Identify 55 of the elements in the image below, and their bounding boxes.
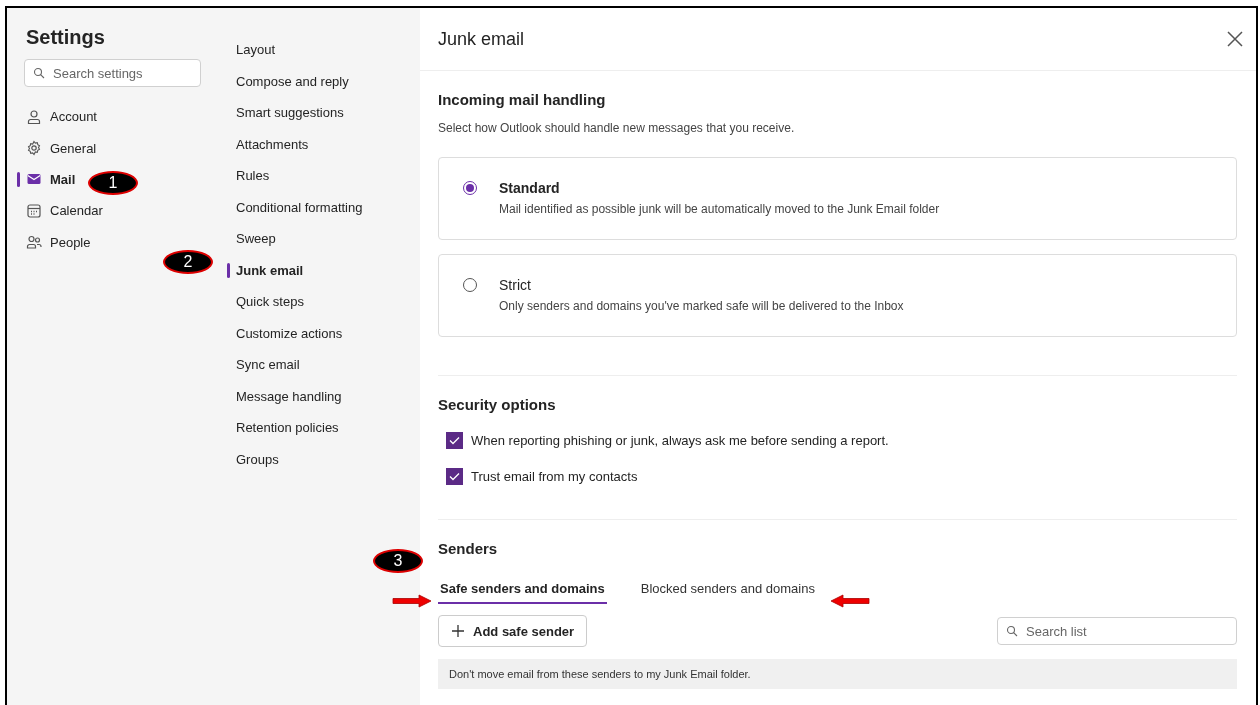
checkbox[interactable] [446, 432, 463, 449]
subnav-item[interactable]: Conditional formatting [236, 199, 363, 215]
checkbox[interactable] [446, 468, 463, 485]
subnav-item[interactable]: Retention policies [236, 420, 339, 436]
callout-badge: 2 [163, 250, 213, 274]
subnav-item[interactable]: Layout [236, 42, 276, 58]
option-card[interactable]: Strict Only senders and domains you've marked safe will be delivered to the Inbox [438, 254, 1237, 337]
arrow-icon [830, 594, 870, 608]
option-description: Only senders and domains you've marked safe will be delivered to the Inbox [499, 299, 904, 313]
checkbox-label: Trust email from my contacts [471, 469, 638, 484]
subnav-item[interactable]: Message handling [236, 388, 342, 404]
checkmark-icon [449, 436, 460, 445]
nav-item[interactable]: Calendar [50, 203, 103, 219]
option-label: Standard [499, 180, 561, 196]
subnav-item[interactable]: Junk email [236, 262, 304, 278]
callout-badge: 1 [88, 171, 138, 195]
subnav-item[interactable]: Quick steps [236, 294, 304, 310]
subnav-item[interactable]: Groups [236, 451, 279, 467]
search-icon [33, 67, 45, 79]
nav-item[interactable]: General [50, 140, 97, 156]
section-heading: Incoming mail handling [438, 91, 607, 108]
person-icon [26, 108, 42, 125]
option-description: Mail identified as possible junk will be automatically moved to the Junk Email folder [499, 202, 940, 216]
plus-icon [451, 624, 465, 638]
settings-title: Settings [26, 26, 106, 49]
callout-badge: 3 [373, 549, 423, 573]
option-label: Strict [499, 277, 532, 293]
search-field[interactable]: Search list [997, 617, 1237, 645]
checkmark-icon [449, 472, 460, 481]
people-icon [26, 234, 42, 251]
subnav-item[interactable]: Rules [236, 168, 270, 184]
tab[interactable]: Blocked senders and domains [638, 577, 817, 604]
panel-title: Junk email [438, 28, 525, 50]
nav-item[interactable]: Account [50, 109, 97, 125]
search-icon [1006, 625, 1018, 637]
section-description: Select how Outlook should handle new messages that you receive. [438, 121, 796, 135]
subnav-item[interactable]: Sweep [236, 231, 276, 247]
subnav-item[interactable]: Attachments [236, 136, 309, 152]
option-card[interactable]: Standard Mail identified as possible junk will be automatically moved to the Junk Email folder [438, 157, 1237, 240]
add-button[interactable]: Add safe sender [438, 615, 588, 647]
subnav-item[interactable]: Customize actions [236, 325, 343, 341]
tab[interactable]: Safe senders and domains [438, 577, 607, 604]
subnav-item[interactable]: Sync email [236, 357, 300, 373]
gear-icon [26, 140, 42, 157]
section-heading: Security options [438, 396, 557, 413]
calendar-icon [26, 202, 42, 219]
arrow-icon [392, 594, 432, 608]
subnav-item[interactable]: Compose and reply [236, 73, 349, 89]
info-bar: Don't move email from these senders to my Junk Email folder. [438, 659, 1237, 689]
nav-item[interactable]: People [50, 234, 91, 250]
checkbox-label: When reporting phishing or junk, always ask me before sending a report. [471, 433, 889, 448]
nav-item[interactable]: Mail [50, 171, 76, 187]
subnav-item[interactable]: Smart suggestions [236, 105, 344, 121]
search-field[interactable]: Search settings [24, 59, 201, 87]
section-heading: Senders [438, 540, 499, 557]
